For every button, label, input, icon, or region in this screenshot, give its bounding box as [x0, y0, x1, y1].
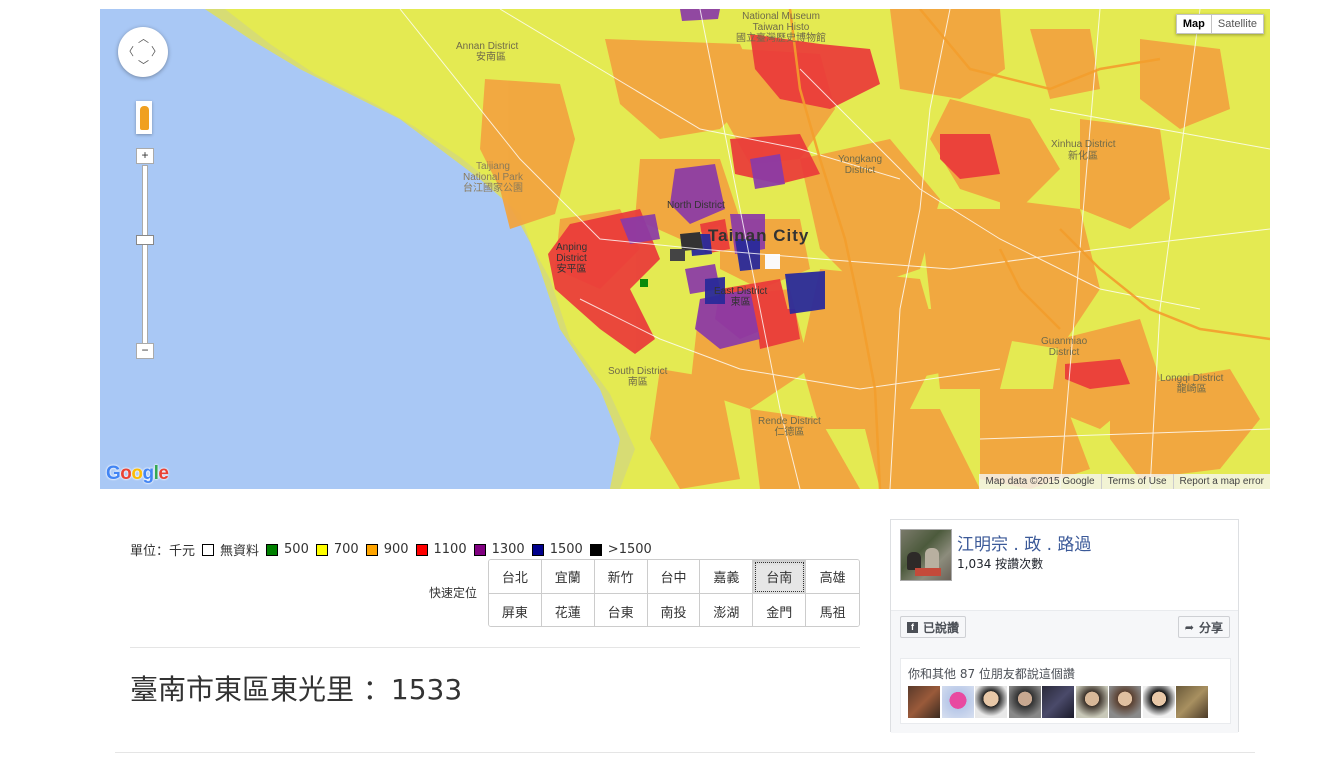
legend-swatch-over-1500	[589, 543, 602, 556]
share-button[interactable]: ➦ 分享	[1177, 616, 1230, 638]
map-canvas[interactable]: Annan District 安南區 National Museum Taiwa…	[100, 9, 1270, 489]
city-button-taichung[interactable]: 台中	[647, 560, 701, 594]
legend-swatch-nodata	[202, 543, 215, 556]
legend-label-900: 900	[383, 542, 409, 557]
quick-locate-city-grid: 台北 宜蘭 新竹 台中 嘉義 台南 高雄 屏東 花蓮 台東 南投 澎湖 金門 馬…	[488, 559, 860, 627]
legend-swatch-500	[266, 543, 279, 556]
city-button-hsinchu[interactable]: 新竹	[594, 560, 648, 594]
map-type-control: Map Satellite	[1175, 14, 1264, 34]
map-data-credit: Map data ©2015 Google	[985, 476, 1095, 487]
page-name-link[interactable]: 江明宗 . 政 . 路過	[957, 530, 1091, 555]
legend-label-nodata: 無資料	[220, 544, 260, 559]
legend-unit-label: 單位：千元	[130, 544, 196, 559]
page-like-count: 1,034 按讚次數	[957, 557, 1044, 571]
legend-swatch-1300	[473, 543, 486, 556]
pan-right-icon[interactable]: 〉	[151, 46, 162, 57]
label-guanmiao: Guanmiao District	[1041, 336, 1088, 358]
choropleth-map[interactable]	[100, 9, 1270, 489]
city-button-penghu[interactable]: 澎湖	[700, 594, 754, 626]
legend-label-700: 700	[333, 542, 359, 557]
city-button-matsu[interactable]: 馬祖	[806, 594, 859, 626]
label-south-district: South District 南區	[608, 366, 668, 388]
pan-left-icon[interactable]: 〈	[123, 46, 134, 57]
google-logo[interactable]: Google	[106, 463, 169, 485]
page-profile-picture[interactable]	[900, 529, 952, 581]
label-east-district: East District 東區	[714, 286, 768, 308]
label-north-district: North District	[667, 200, 725, 211]
label-taijiang: Taijiang National Park 台江國家公園	[463, 161, 524, 194]
friends-like-box: 你和其他 87 位朋友都說這個讚	[900, 658, 1231, 724]
city-button-taitung[interactable]: 台東	[594, 594, 648, 626]
city-button-taipei[interactable]: 台北	[489, 560, 542, 594]
legend-label-1300: 1300	[491, 542, 525, 557]
avatar[interactable]	[1075, 686, 1108, 718]
city-button-tainan[interactable]: 台南	[753, 560, 807, 594]
label-rende: Rende District 仁德區	[758, 416, 821, 438]
label-tainan-city: Tainan City	[708, 226, 810, 245]
zoom-out-button[interactable]: −	[136, 343, 154, 359]
label-anping: Anping District 安平區	[556, 242, 588, 275]
label-xinhua: Xinhua District	[1051, 139, 1116, 150]
map-type-satellite-button[interactable]: Satellite	[1211, 14, 1264, 34]
legend-swatch-900	[365, 543, 378, 556]
avatar[interactable]	[1042, 686, 1074, 718]
city-button-yilan[interactable]: 宜蘭	[541, 560, 595, 594]
street-view-pegman-icon[interactable]	[136, 101, 152, 134]
city-button-hualien[interactable]: 花蓮	[541, 594, 595, 626]
city-button-kaohsiung[interactable]: 高雄	[806, 560, 859, 594]
pan-down-icon[interactable]: ﹀	[138, 60, 149, 71]
avatar[interactable]	[1142, 686, 1175, 718]
map-type-map-button[interactable]: Map	[1175, 14, 1212, 34]
label-annan-zh: 安南區	[476, 52, 506, 63]
legend-label-1100: 1100	[433, 542, 467, 557]
label-annan: Annan District	[456, 41, 519, 52]
legend-label-500: 500	[284, 542, 309, 557]
city-button-nantou[interactable]: 南投	[647, 594, 701, 626]
zoom-slider-handle[interactable]	[136, 235, 154, 245]
label-yongkang: Yongkang District	[838, 154, 883, 176]
legend-swatch-700	[315, 543, 328, 556]
report-map-error-link[interactable]: Report a map error	[1172, 474, 1270, 489]
pan-up-icon[interactable]: ︿	[138, 33, 149, 44]
selected-area-result: 臺南市東區東光里 ：1533	[130, 673, 463, 706]
quick-locate-label: 快速定位	[429, 586, 478, 600]
zoom-slider-track[interactable]	[142, 165, 148, 345]
label-xinhua-zh: 新化區	[1068, 151, 1098, 162]
avatar[interactable]	[1109, 686, 1141, 718]
avatar[interactable]	[975, 686, 1007, 718]
label-longqi: Longqi District 龍崎區	[1160, 373, 1224, 395]
avatar[interactable]	[1176, 686, 1208, 718]
legend: 單位：千元 無資料 500 700 900 1100 1300 1500 >15…	[130, 540, 652, 559]
city-button-pingtung[interactable]: 屏東	[489, 594, 542, 626]
legend-label-over-1500: >1500	[607, 542, 652, 557]
legend-label-1500: 1500	[549, 542, 583, 557]
share-arrow-icon: ➦	[1184, 620, 1194, 634]
avatar[interactable]	[1008, 686, 1041, 718]
city-button-kinmen[interactable]: 金門	[753, 594, 807, 626]
like-button[interactable]: f 已說讚	[900, 616, 967, 638]
share-button-label: 分享	[1198, 620, 1223, 635]
legend-swatch-1100	[415, 543, 428, 556]
zoom-in-button[interactable]: +	[136, 148, 154, 164]
friend-avatars	[908, 686, 1210, 718]
avatar[interactable]	[941, 686, 974, 718]
like-button-label: 已說讚	[923, 620, 960, 635]
city-button-chiayi[interactable]: 嘉義	[700, 560, 754, 594]
divider	[115, 752, 1255, 753]
terms-of-use-link[interactable]: Terms of Use	[1100, 474, 1173, 489]
map-attribution: Map data ©2015 Google Terms of Use Repor…	[979, 474, 1270, 489]
divider	[130, 647, 860, 648]
avatar[interactable]	[908, 686, 940, 718]
facebook-f-icon: f	[907, 621, 918, 633]
friends-like-text: 你和其他 87 位朋友都說這個讚	[908, 667, 1075, 681]
legend-swatch-1500	[531, 543, 544, 556]
pan-control[interactable]: ︿ ﹀ 〈 〉	[118, 27, 168, 77]
label-museum: National Museum Taiwan Histo 國立臺灣歷史博物館	[736, 11, 826, 44]
facebook-page-plugin: 江明宗 . 政 . 路過 1,034 按讚次數 f 已說讚 ➦ 分享 你和其他 …	[890, 519, 1239, 733]
